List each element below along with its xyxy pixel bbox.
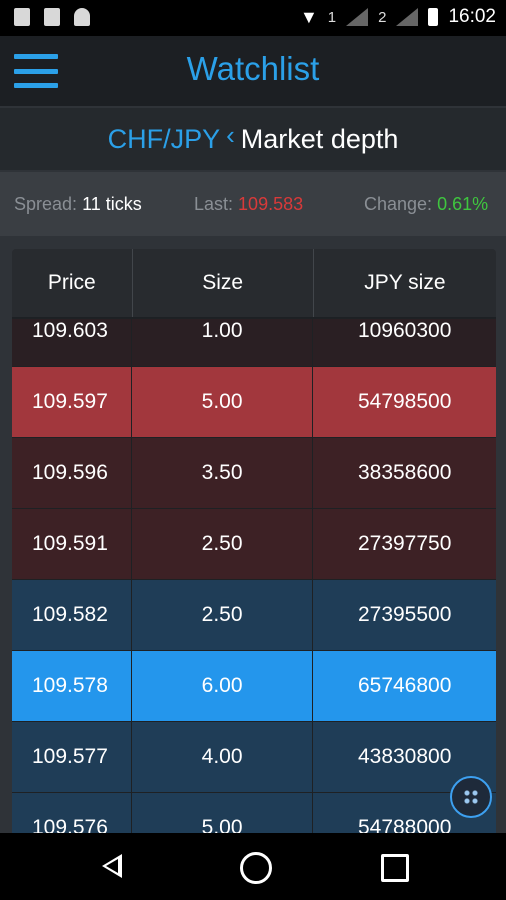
change-value: 0.61% — [437, 194, 489, 214]
price-cell: 109.591 — [12, 509, 132, 579]
header-jpy-size[interactable]: JPY size — [314, 249, 496, 317]
table-body[interactable]: 109.603 1.00 10960300 109.597 5.00 54798… — [12, 318, 496, 833]
last-info: Last: 109.583 — [194, 194, 303, 215]
price-cell: 109.603 — [12, 319, 132, 366]
size-cell: 3.50 — [132, 438, 314, 508]
size-cell: 5.00 — [132, 367, 314, 437]
triangle-back-icon[interactable] — [98, 850, 128, 882]
header-size[interactable]: Size — [133, 249, 314, 317]
clock: 16:02 — [448, 6, 496, 27]
battery-icon — [428, 8, 439, 26]
size-cell: 5.00 — [132, 793, 314, 833]
app-bar: Watchlist — [0, 36, 506, 106]
android-notification-icon — [74, 8, 90, 26]
price-cell: 109.597 — [12, 367, 132, 437]
change-info: Change: 0.61% — [364, 194, 488, 215]
table-row[interactable]: 109.576 5.00 54788000 — [12, 792, 496, 833]
table-row[interactable]: 109.603 1.00 10960300 — [12, 318, 496, 366]
table-header: Price Size JPY size — [12, 249, 496, 318]
info-bar: Spread: 11 ticks Last: 109.583 Change: 0… — [0, 172, 506, 236]
notification-icons — [14, 8, 90, 26]
chevron-left-icon[interactable]: ‹ — [226, 120, 235, 151]
change-label: Change: — [364, 194, 433, 214]
last-label: Last: — [194, 194, 234, 214]
table-row[interactable]: 109.591 2.50 27397750 — [12, 508, 496, 579]
wifi-icon: ▼ — [299, 6, 318, 27]
price-cell: 109.596 — [12, 438, 132, 508]
pair-link[interactable]: CHF/JPY — [108, 124, 221, 155]
table-row[interactable]: 109.577 4.00 43830800 — [12, 721, 496, 792]
jpy-size-cell: 27395500 — [357, 603, 452, 626]
size-cell: 6.00 — [132, 651, 314, 721]
app-title: Watchlist — [186, 50, 320, 87]
document-notification-icon — [14, 8, 30, 26]
status-bar: ▼ 1 2 16:02 — [0, 0, 506, 36]
grid-dots-icon[interactable] — [450, 776, 492, 818]
image-notification-icon — [44, 8, 60, 26]
page-title: Market depth — [240, 123, 399, 154]
size-cell: 2.50 — [132, 509, 314, 579]
circle-home-icon[interactable] — [240, 852, 272, 884]
table-row[interactable]: 109.596 3.50 38358600 — [12, 437, 496, 508]
sim1-indicator: 1 — [327, 8, 337, 26]
price-cell: 109.582 — [12, 580, 132, 650]
table-row[interactable]: 109.578 6.00 65746800 — [12, 650, 496, 721]
size-cell: 2.50 — [132, 580, 314, 650]
table-row[interactable]: 109.597 5.00 54798500 — [12, 366, 496, 437]
price-cell: 109.576 — [12, 793, 132, 833]
system-indicators: ▼ 1 2 16:02 — [300, 6, 496, 28]
size-cell: 1.00 — [132, 319, 314, 366]
sub-header: CHF/JPY ‹ Market depth — [0, 108, 506, 170]
spread-value: 11 ticks — [82, 194, 142, 214]
jpy-size-cell: 38358600 — [357, 461, 452, 484]
market-depth-table[interactable]: Price Size JPY size 109.603 1.00 1096030… — [12, 249, 496, 833]
spread-label: Spread: — [14, 194, 78, 214]
sim2-indicator: 2 — [378, 8, 387, 26]
price-cell: 109.577 — [12, 722, 132, 792]
jpy-size-cell: 65746800 — [357, 674, 452, 697]
jpy-size-cell: 10960300 — [357, 319, 452, 342]
square-recent-icon[interactable] — [381, 854, 409, 882]
navigation-bar — [0, 833, 506, 900]
signal-icon-2 — [396, 8, 419, 26]
size-cell: 4.00 — [132, 722, 314, 792]
table-row[interactable]: 109.582 2.50 27395500 — [12, 579, 496, 650]
spread-info: Spread: 11 ticks — [14, 194, 142, 215]
jpy-size-cell: 27397750 — [357, 532, 452, 555]
signal-icon-1 — [346, 8, 369, 26]
last-value: 109.583 — [238, 194, 304, 214]
header-price[interactable]: Price — [12, 249, 133, 317]
price-cell: 109.578 — [12, 651, 132, 721]
jpy-size-cell: 54798500 — [357, 390, 452, 413]
